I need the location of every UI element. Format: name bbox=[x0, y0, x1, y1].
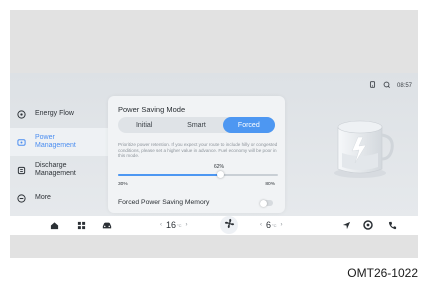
sidebar-item-energy-flow[interactable]: Energy Flow bbox=[10, 100, 98, 128]
home-icon[interactable] bbox=[48, 219, 60, 231]
slider-fill bbox=[118, 174, 221, 176]
energy-flow-icon bbox=[17, 109, 26, 119]
sidebar-item-label: Power Management bbox=[35, 134, 76, 149]
battery-illustration bbox=[328, 113, 398, 183]
navigation-icon[interactable] bbox=[340, 219, 352, 231]
sidebar-item-label: More bbox=[35, 194, 51, 201]
sidebar-item-label: Discharge Management bbox=[35, 162, 76, 177]
forced-memory-toggle[interactable] bbox=[260, 199, 273, 207]
slider-handle[interactable] bbox=[216, 171, 224, 178]
slider-value-label: 62% bbox=[214, 164, 225, 170]
passenger-temp-value: 6 bbox=[266, 220, 272, 230]
passenger-temp-unit: °C bbox=[272, 222, 277, 228]
temp-up-icon[interactable]: › bbox=[281, 222, 283, 228]
mode-smart-button[interactable]: Smart bbox=[170, 117, 222, 133]
mode-forced-button[interactable]: Forced bbox=[222, 117, 275, 133]
status-bar: 08:57 bbox=[369, 81, 412, 90]
power-saving-panel: Power Saving Mode Initial Smart Forced P… bbox=[108, 96, 285, 213]
battery-slider[interactable] bbox=[118, 171, 278, 178]
slider-min-label: 30% bbox=[118, 182, 128, 187]
sidebar-item-more[interactable]: More bbox=[10, 184, 98, 212]
discharge-icon bbox=[17, 166, 26, 175]
sidebar: Energy Flow Power Management Discharge M… bbox=[10, 100, 108, 212]
forced-memory-label: Forced Power Saving Memory bbox=[118, 199, 210, 206]
panel-title: Power Saving Mode bbox=[118, 105, 186, 114]
fan-button[interactable] bbox=[220, 216, 238, 234]
clock: 08:57 bbox=[396, 82, 412, 89]
car-icon[interactable] bbox=[101, 219, 113, 231]
sidebar-item-discharge-management[interactable]: Discharge Management bbox=[10, 156, 98, 184]
media-icon[interactable] bbox=[362, 219, 374, 231]
mode-initial-button[interactable]: Initial bbox=[118, 117, 170, 133]
temp-up-icon[interactable]: › bbox=[186, 222, 188, 228]
mode-description: Prioritize power retention. If you expec… bbox=[118, 142, 278, 159]
driver-temp-value: 16 bbox=[166, 220, 177, 230]
infotainment-screen: 08:57 Energy Flow Power Management Disch… bbox=[10, 73, 418, 235]
slider-max-label: 80% bbox=[265, 182, 275, 187]
power-icon bbox=[17, 138, 26, 147]
mode-selector: Initial Smart Forced bbox=[118, 117, 275, 133]
sidebar-item-label: Energy Flow bbox=[35, 110, 74, 117]
passenger-temperature[interactable]: ‹ 6 °C › bbox=[256, 219, 287, 231]
sidebar-item-power-management[interactable]: Power Management bbox=[10, 128, 108, 156]
temp-down-icon[interactable]: ‹ bbox=[160, 222, 162, 228]
temp-down-icon[interactable]: ‹ bbox=[260, 222, 262, 228]
apps-grid-icon[interactable] bbox=[75, 219, 87, 231]
more-icon bbox=[17, 193, 26, 203]
signal-status-icon bbox=[383, 81, 390, 90]
phone-status-icon bbox=[369, 81, 376, 90]
fan-icon bbox=[224, 216, 235, 234]
driver-temperature[interactable]: ‹ 16 °C › bbox=[156, 219, 192, 231]
figure-code: OMT26-1022 bbox=[347, 266, 418, 280]
bottom-dock: ‹ 16 °C › ‹ 6 °C › bbox=[10, 216, 418, 235]
driver-temp-unit: °C bbox=[177, 222, 182, 228]
phone-icon[interactable] bbox=[386, 219, 398, 231]
